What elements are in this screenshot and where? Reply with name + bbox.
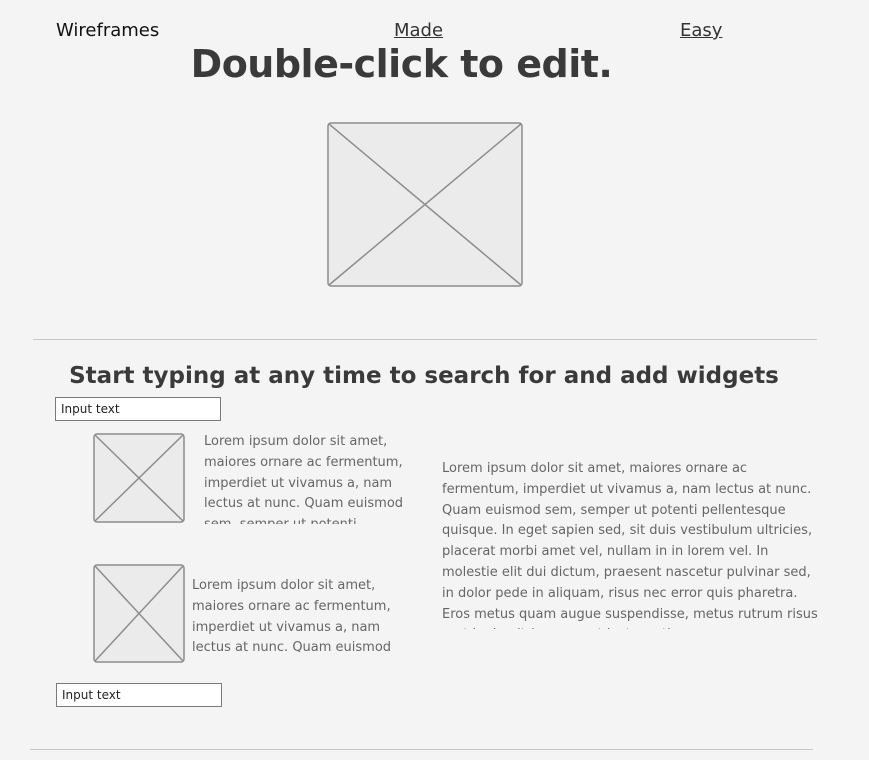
nav-link-easy[interactable]: Easy	[680, 20, 722, 41]
section-title[interactable]: Start typing at any time to search for a…	[0, 363, 848, 389]
text-input-bottom[interactable]	[56, 683, 222, 707]
image-placeholder-icon	[93, 433, 185, 523]
image-placeholder-1	[93, 433, 185, 523]
brand-label: Wireframes	[56, 20, 160, 41]
text-input-top[interactable]	[55, 397, 221, 421]
hero-image-placeholder	[327, 122, 523, 287]
image-placeholder-2	[93, 564, 185, 663]
hero-title[interactable]: Double-click to edit.	[0, 42, 803, 86]
nav-link-made[interactable]: Made	[394, 20, 443, 41]
image-placeholder-icon	[93, 564, 185, 663]
divider-top	[33, 339, 817, 340]
paragraph-long[interactable]: Lorem ipsum dolor sit amet, maiores orna…	[442, 459, 822, 629]
paragraph-short-2[interactable]: Lorem ipsum dolor sit amet, maiores orna…	[192, 576, 392, 652]
divider-bottom	[30, 749, 813, 750]
image-placeholder-icon	[327, 122, 523, 287]
paragraph-short-1[interactable]: Lorem ipsum dolor sit amet, maiores orna…	[204, 432, 404, 524]
